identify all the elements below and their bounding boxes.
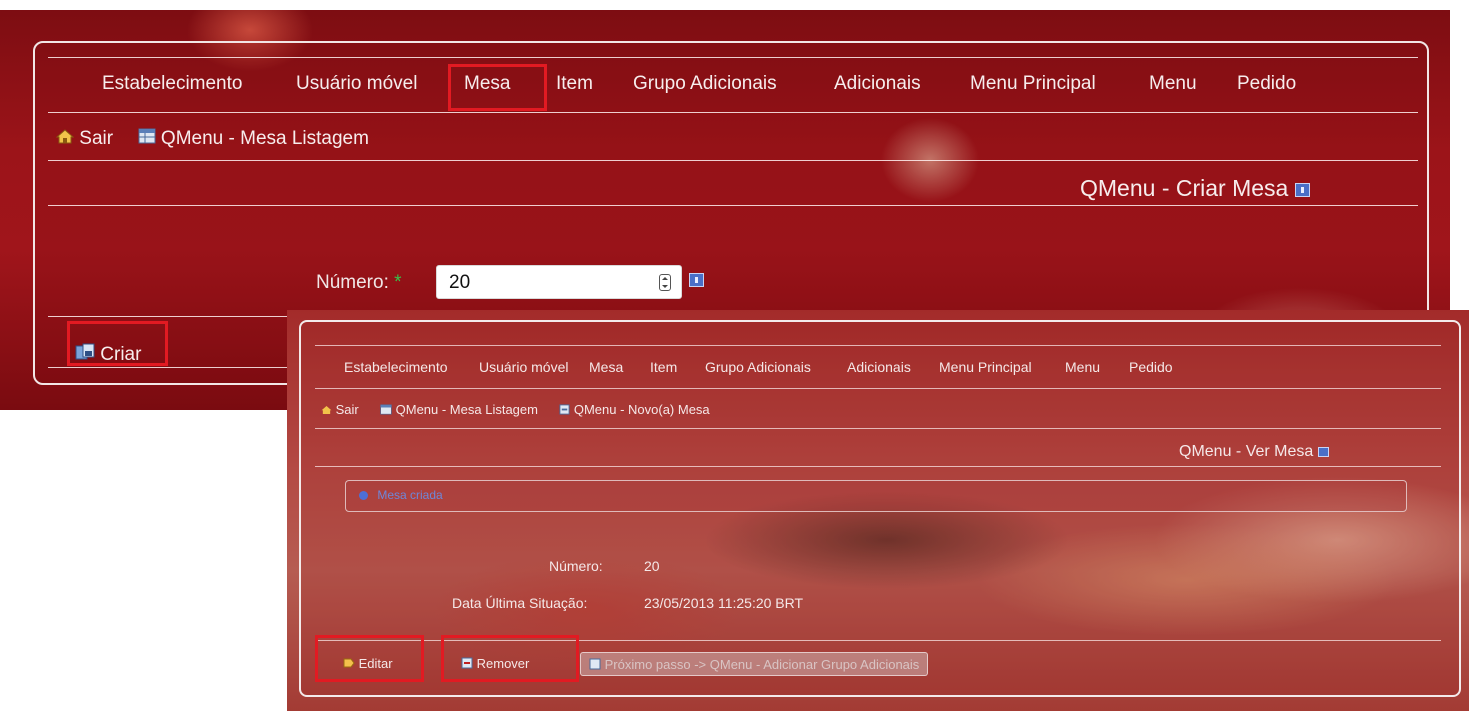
breadcrumb: Sair QMenu - Mesa Listagem QMenu - Novo(… <box>321 402 710 418</box>
novo-mesa-link[interactable]: QMenu - Novo(a) Mesa <box>574 402 710 417</box>
menu-item-grupo-adicionais[interactable]: Grupo Adicionais <box>633 73 777 95</box>
next-step-icon <box>589 658 601 673</box>
info-icon[interactable] <box>689 273 704 287</box>
numero-label: Número: * <box>316 272 402 294</box>
divider <box>48 160 1418 161</box>
message-box <box>345 480 1407 512</box>
breadcrumb: Sair QMenu - Mesa Listagem <box>55 128 369 150</box>
highlight-remover <box>441 635 579 682</box>
menu-item-mesa[interactable]: Mesa <box>589 359 623 375</box>
page-title-text: QMenu - Ver Mesa <box>1179 443 1314 460</box>
home-icon <box>55 128 75 150</box>
numero-input[interactable]: 20 <box>436 265 682 299</box>
menu-item-adicionais[interactable]: Adicionais <box>847 359 911 375</box>
menu-item-pedido[interactable]: Pedido <box>1237 73 1296 95</box>
numero-label: Número: <box>549 558 603 574</box>
info-icon[interactable] <box>1317 446 1329 457</box>
divider <box>48 112 1418 113</box>
required-mark: * <box>394 272 402 293</box>
menu-item-pedido[interactable]: Pedido <box>1129 359 1173 375</box>
page-title: QMenu - Criar Mesa <box>1080 175 1310 202</box>
menu-item-menu[interactable]: Menu <box>1065 359 1100 375</box>
page-title: QMenu - Ver Mesa <box>1179 443 1329 461</box>
menu-item-usuario-movel[interactable]: Usuário móvel <box>479 359 568 375</box>
menu-item-estabelecimento[interactable]: Estabelecimento <box>102 73 242 95</box>
divider <box>48 205 1418 206</box>
divider <box>315 345 1441 346</box>
highlight-criar <box>67 321 168 366</box>
success-message: Mesa criada <box>359 488 443 502</box>
divider <box>315 428 1441 429</box>
menu-item-grupo-adicionais[interactable]: Grupo Adicionais <box>705 359 811 375</box>
screenshot-ver-mesa: Estabelecimento Usuário móvel Mesa Item … <box>287 310 1469 711</box>
data-situacao-label: Data Última Situação: <box>452 595 588 611</box>
sair-link[interactable]: Sair <box>79 128 113 149</box>
number-spinner-icon[interactable] <box>659 274 671 291</box>
menu-item-menu-principal[interactable]: Menu Principal <box>939 359 1032 375</box>
data-situacao-value: 23/05/2013 11:25:20 BRT <box>644 595 804 611</box>
info-dot-icon <box>359 491 368 501</box>
menu-item-menu[interactable]: Menu <box>1149 73 1197 95</box>
menu-item-menu-principal[interactable]: Menu Principal <box>970 73 1096 95</box>
numero-value: 20 <box>449 272 471 293</box>
proximo-passo-label: Próximo passo -> QMenu - Adicionar Grupo… <box>604 657 920 672</box>
table-icon <box>138 128 156 150</box>
highlight-mesa <box>448 64 547 111</box>
numero-label-text: Número: <box>316 272 389 293</box>
mesa-listagem-link[interactable]: QMenu - Mesa Listagem <box>396 402 538 417</box>
menu-item-adicionais[interactable]: Adicionais <box>834 73 921 95</box>
home-icon <box>321 403 332 418</box>
divider <box>48 57 1418 58</box>
menu-item-item[interactable]: Item <box>650 359 677 375</box>
info-icon[interactable] <box>1294 182 1310 197</box>
sair-link[interactable]: Sair <box>336 402 359 417</box>
numero-value: 20 <box>644 558 660 574</box>
menu-item-item[interactable]: Item <box>556 73 593 95</box>
page-title-text: QMenu - Criar Mesa <box>1080 175 1289 201</box>
new-record-icon <box>559 403 570 418</box>
message-text: Mesa criada <box>377 488 443 502</box>
highlight-editar <box>315 635 424 682</box>
divider <box>315 466 1441 467</box>
menu-item-usuario-movel[interactable]: Usuário móvel <box>296 73 417 95</box>
table-icon <box>380 403 392 418</box>
mesa-listagem-link[interactable]: QMenu - Mesa Listagem <box>161 128 369 149</box>
divider <box>315 388 1441 389</box>
menu-item-estabelecimento[interactable]: Estabelecimento <box>344 359 448 375</box>
proximo-passo-button[interactable]: Próximo passo -> QMenu - Adicionar Grupo… <box>580 652 929 676</box>
